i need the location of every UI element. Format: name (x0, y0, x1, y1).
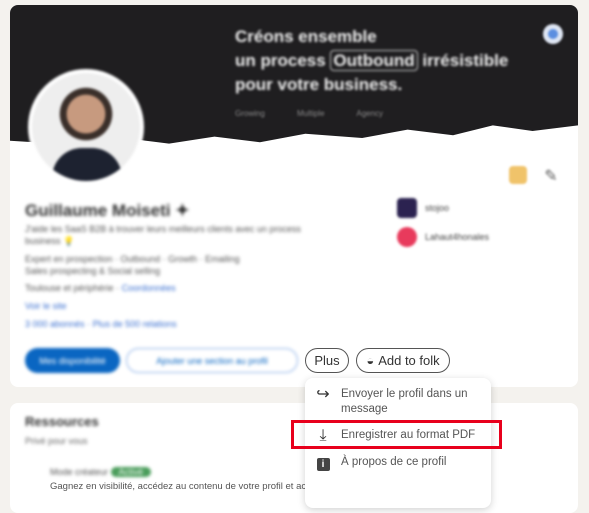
add-section-button[interactable]: Ajouter une section au profil (126, 348, 298, 373)
org-logo-icon (397, 198, 417, 218)
menu-item-send-profile[interactable]: ↪ Envoyer le profil dans un message (305, 387, 491, 417)
info-icon: i (305, 455, 341, 471)
org-logo-icon (397, 227, 417, 247)
add-to-folk-button[interactable]: ◒ Add to folk (356, 348, 450, 373)
website-link[interactable]: Voir le site (25, 300, 67, 312)
pencil-edit-icon[interactable]: ✎ (542, 166, 560, 185)
share-arrow-icon: ↪ (316, 386, 330, 403)
followers-link[interactable]: 3 000 abonnés (25, 319, 85, 329)
headline: J'aide les SaaS B2B à trouver leurs meil… (25, 224, 301, 234)
creator-mode[interactable]: Mode créateur (50, 467, 108, 477)
more-button[interactable]: Plus (305, 348, 349, 373)
folk-icon: ◒ (366, 353, 375, 368)
menu-item-label: À propos de ce profil (341, 456, 447, 468)
banner-highlight: Outbound (330, 50, 418, 71)
banner-text: Créons ensemble un process Outbound irré… (235, 25, 508, 97)
status-badge: Activé (110, 467, 152, 477)
contact-link[interactable]: Coordonnées (122, 283, 176, 293)
profile-card: Créons ensemble un process Outbound irré… (10, 5, 578, 387)
org-name: Lahaut4honales (425, 232, 490, 242)
open-to-icon[interactable] (509, 166, 527, 184)
skills: Sales prospecting & Social selling (25, 266, 161, 276)
headline: business 💡 (25, 236, 75, 246)
banner-line: irrésistible (417, 51, 509, 70)
folk-label: Add to folk (378, 353, 440, 368)
banner-line: un process (235, 51, 331, 70)
highlight-box (291, 420, 502, 449)
org-item[interactable]: stojoo (397, 198, 449, 218)
profile-name: Guillaume Moiseti ✦ (25, 201, 190, 220)
edit-banner-icon[interactable] (543, 24, 563, 44)
org-name: stojoo (425, 203, 450, 213)
resources-title: Ressources (25, 414, 99, 429)
connections-link[interactable]: Plus de 500 relations (93, 319, 177, 329)
menu-item-label: Envoyer le profil dans un message (341, 388, 468, 415)
location: Toulouse et périphérie · (25, 283, 120, 293)
org-item[interactable]: Lahaut4honales (397, 227, 489, 247)
banner-line: Créons ensemble (235, 27, 377, 46)
availability-button[interactable]: Mes disponibilité (25, 348, 120, 373)
banner-subtitle: Growing Multiple Agency (235, 109, 384, 118)
menu-item-about-profile[interactable]: iÀ propos de ce profil (305, 455, 491, 471)
avatar[interactable] (28, 69, 144, 185)
skills: Expert en prospection · Outbound · Growt… (25, 254, 240, 264)
private-label: Privé pour vous (25, 436, 88, 446)
banner-line: pour votre business. (235, 75, 403, 94)
